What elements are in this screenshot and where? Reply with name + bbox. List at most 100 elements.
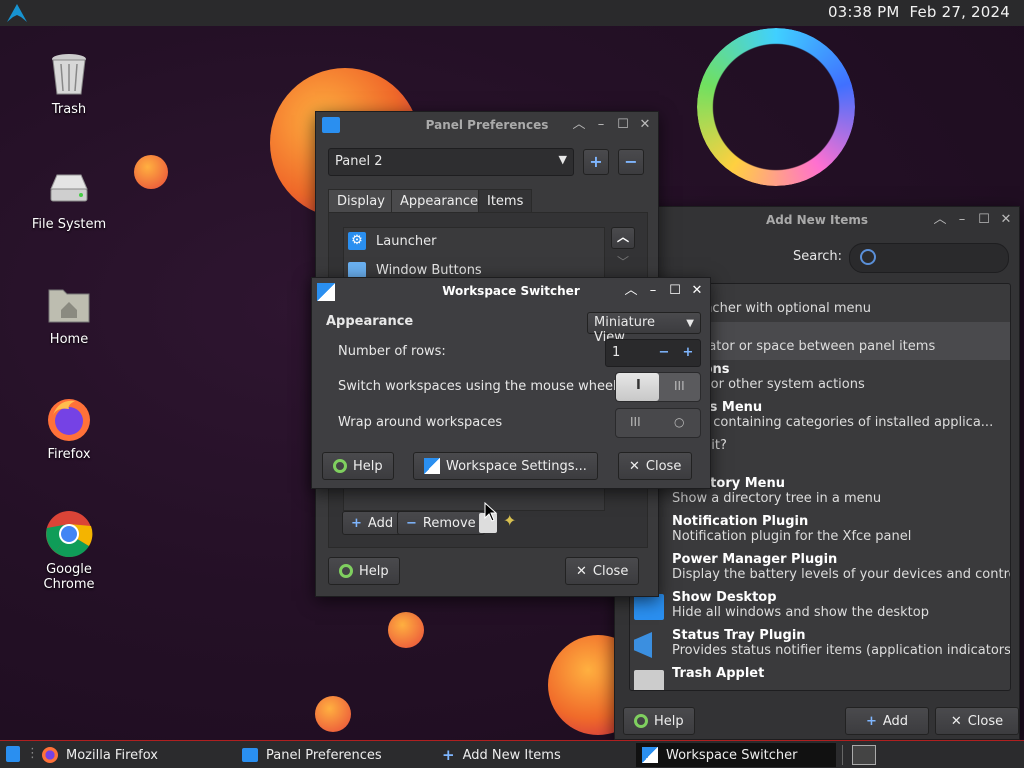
item-description: n launcher with optional menu	[672, 301, 871, 316]
app-menu-icon[interactable]	[6, 746, 20, 762]
list-item[interactable]: ⚙ Launcher	[348, 232, 436, 250]
wheel-toggle[interactable]: I III	[615, 372, 701, 402]
appearance-heading: Appearance	[326, 314, 414, 329]
workspace-icon	[424, 458, 440, 474]
close-icon[interactable]: ✕	[690, 283, 704, 299]
move-down-icon[interactable]: ﹀	[617, 253, 629, 270]
item-title: ations Menu	[672, 400, 763, 415]
wrap-toggle[interactable]: III ○	[615, 408, 701, 438]
maximize-icon[interactable]: ☐	[977, 212, 991, 228]
item-description: Display the battery levels of your devic…	[672, 567, 1010, 582]
item-title: Notification Plugin	[672, 514, 809, 529]
item-title: tor	[672, 324, 1010, 339]
minimize-icon[interactable]: –	[646, 283, 660, 299]
close-button[interactable]: ✕ Close	[935, 707, 1019, 735]
about-item-icon[interactable]: ✦	[503, 511, 516, 530]
close-button[interactable]: ✕ Close	[565, 557, 640, 585]
megaphone-icon	[634, 632, 652, 658]
toggle-grip-icon: III	[674, 379, 685, 393]
list-item[interactable]: Power Manager Plugin Display the battery …	[630, 550, 1010, 588]
trash-icon	[634, 670, 664, 690]
titlebar[interactable]: Panel Preferences ︿ – ☐ ✕	[316, 112, 658, 140]
task-firefox[interactable]: Mozilla Firefox	[36, 743, 232, 767]
titlebar[interactable]: Workspace Switcher ︿ – ☐ ✕	[312, 278, 710, 306]
task-panel-preferences[interactable]: Panel Preferences	[236, 743, 432, 767]
plus-icon[interactable]: +	[676, 342, 700, 364]
home-folder-icon	[45, 280, 93, 328]
desktop-icon-firefox[interactable]: Firefox	[19, 395, 119, 462]
chevron-up-icon[interactable]: ︿	[933, 212, 947, 228]
tab-appearance[interactable]: Appearance	[391, 189, 488, 213]
close-icon: ✕	[629, 458, 640, 474]
workspace-switcher-window: Workspace Switcher ︿ – ☐ ✕ Appearance Mi…	[311, 277, 711, 489]
clock[interactable]: 03:38 PM Feb 27, 2024	[828, 3, 1010, 21]
desktop-icon-home[interactable]: Home	[19, 280, 119, 347]
chevron-up-icon[interactable]: ︿	[572, 117, 586, 133]
item-description: separator or space between panel items	[672, 339, 936, 354]
tab-items[interactable]: Items	[478, 189, 533, 213]
item-title: Trash Applet	[672, 666, 765, 681]
panel-select[interactable]: Panel 2 ▼	[328, 148, 574, 176]
list-item[interactable]: Window Buttons	[348, 262, 482, 278]
list-item[interactable]: Show Desktop Hide all windows and show th…	[630, 588, 1010, 626]
chrome-icon	[45, 510, 93, 558]
task-add-new-items[interactable]: + Add New Items	[436, 743, 632, 767]
item-title: Show Desktop	[672, 590, 777, 605]
close-icon: ✕	[576, 563, 587, 579]
minimize-icon[interactable]: –	[594, 117, 608, 133]
chevron-up-icon[interactable]: ︿	[624, 283, 638, 299]
list-item[interactable]: Notification Plugin Notification plugin f…	[630, 512, 1010, 550]
arch-linux-icon[interactable]	[6, 3, 28, 23]
titlebar[interactable]: Add New Items ︿ – ☐ ✕	[615, 207, 1019, 235]
move-up-button[interactable]: ︿	[611, 227, 635, 249]
close-icon: ✕	[950, 713, 962, 729]
close-icon[interactable]: ✕	[999, 212, 1013, 228]
wallpaper-dot	[388, 612, 424, 648]
minus-icon: −	[406, 515, 417, 531]
firefox-icon	[45, 395, 93, 443]
appearance-select[interactable]: Miniature View ▼	[587, 312, 701, 345]
minimize-icon[interactable]: –	[955, 212, 969, 228]
rows-spinner[interactable]: 1 − +	[605, 339, 701, 367]
help-button[interactable]: Help	[328, 557, 400, 585]
toggle-grip-icon: III	[630, 415, 641, 429]
drive-icon	[45, 165, 93, 213]
desktop-icon-label: Firefox	[47, 447, 91, 462]
add-button[interactable]: + Add	[845, 707, 929, 735]
firefox-icon	[42, 747, 58, 763]
help-button[interactable]: Help	[623, 707, 695, 735]
item-title: Power Manager Plugin	[672, 552, 838, 567]
list-item[interactable]: Trash Applet	[630, 664, 1010, 690]
item-description: menu containing categories of installed …	[672, 415, 994, 430]
maximize-icon[interactable]: ☐	[616, 117, 630, 133]
search-input[interactable]	[849, 243, 1009, 273]
desktop-icon-trash[interactable]: Trash	[19, 50, 119, 117]
gear-icon: ⚙	[348, 232, 366, 250]
workspace-settings-button[interactable]: Workspace Settings...	[413, 452, 598, 480]
tab-bar: Display Appearance Items	[328, 189, 648, 213]
task-workspace-switcher[interactable]: Workspace Switcher	[636, 743, 836, 767]
workspace-pager-icon[interactable]	[852, 745, 876, 765]
desktop-icon-label: Google Chrome	[43, 562, 95, 592]
tab-display[interactable]: Display	[328, 189, 394, 213]
help-button[interactable]: Help	[322, 452, 394, 480]
close-button[interactable]: ✕ Close	[618, 452, 693, 480]
wallpaper-ring	[697, 28, 855, 186]
add-item-button[interactable]: + Add	[342, 511, 403, 535]
rows-label: Number of rows:	[338, 344, 446, 359]
item-title: Status Tray Plugin	[672, 628, 806, 643]
close-icon[interactable]: ✕	[638, 117, 652, 133]
list-item[interactable]: Status Tray Plugin Provides status notifi…	[630, 626, 1010, 664]
maximize-icon[interactable]: ☐	[668, 283, 682, 299]
chevron-down-icon: ▼	[558, 153, 567, 166]
remove-item-button[interactable]: − Remove	[397, 511, 485, 535]
minus-icon[interactable]: −	[652, 342, 676, 364]
wallpaper-dot	[315, 696, 351, 732]
desktop-icon-chrome[interactable]: Google Chrome	[19, 510, 119, 592]
item-description: Show a directory tree in a menu	[672, 491, 882, 506]
desktop-icon-filesystem[interactable]: File System	[19, 165, 119, 232]
add-panel-button[interactable]: +	[583, 149, 609, 175]
item-description: , lock or other system actions	[672, 377, 865, 392]
remove-panel-button[interactable]: −	[618, 149, 644, 175]
search-label: Search:	[793, 249, 843, 264]
